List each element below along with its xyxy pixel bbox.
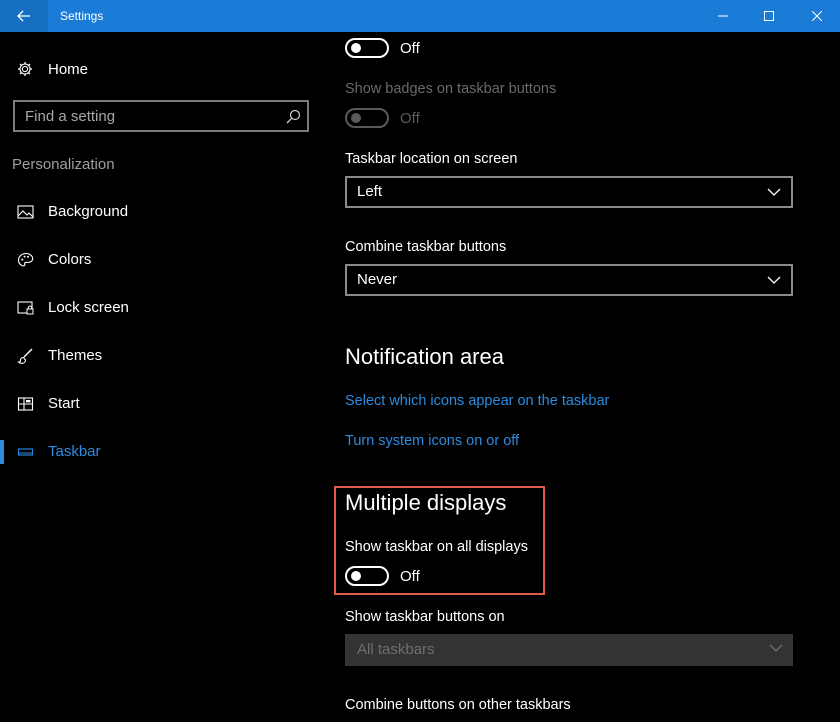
system-icons-link[interactable]: Turn system icons on or off: [345, 433, 519, 449]
notification-area-heading: Notification area: [345, 344, 504, 369]
dropdown-value: Never: [357, 271, 398, 288]
active-indicator: [0, 440, 4, 464]
toggle-knob: [351, 43, 361, 53]
picture-icon: [17, 205, 34, 219]
sidebar-item-label: Themes: [48, 347, 103, 364]
minimize-button[interactable]: [700, 0, 746, 32]
window-title: Settings: [60, 9, 104, 23]
dropdown-value: All taskbars: [357, 641, 435, 658]
lock-screen-icon: [17, 301, 34, 315]
combine-buttons-dropdown[interactable]: Never: [345, 264, 793, 296]
back-button[interactable]: [0, 0, 48, 32]
chevron-down-icon: [767, 276, 781, 284]
show-buttons-on-label: Show taskbar buttons on: [345, 609, 505, 625]
taskbar-location-dropdown[interactable]: Left: [345, 176, 793, 208]
sidebar-item-label: Colors: [48, 251, 92, 268]
combine-other-taskbars-label: Combine buttons on other taskbars: [345, 697, 571, 713]
close-icon: [812, 11, 822, 21]
badges-label: Show badges on taskbar buttons: [345, 81, 557, 97]
chevron-down-icon: [767, 188, 781, 196]
taskbar-icon: [17, 448, 34, 456]
maximize-button[interactable]: [746, 0, 792, 32]
sidebar-item-taskbar[interactable]: Taskbar: [0, 432, 322, 472]
toggle-knob: [351, 113, 361, 123]
sidebar-item-label: Taskbar: [48, 443, 101, 460]
sidebar-item-background[interactable]: Background: [0, 192, 322, 232]
show-all-displays-label: Show taskbar on all displays: [345, 539, 528, 555]
minimize-icon: [718, 15, 728, 17]
sidebar-item-lock-screen[interactable]: Lock screen: [0, 288, 322, 328]
dropdown-value: Left: [357, 183, 383, 200]
sidebar-item-themes[interactable]: Themes: [0, 336, 322, 376]
gear-icon: [18, 62, 32, 76]
start-grid-icon: [17, 397, 34, 411]
chevron-down-icon: [769, 644, 783, 652]
sidebar-item-label: Background: [48, 203, 129, 220]
sidebar-item-colors[interactable]: Colors: [0, 240, 322, 280]
close-button[interactable]: [794, 0, 840, 32]
maximize-icon: [764, 11, 774, 21]
sidebar-item-label: Lock screen: [48, 299, 129, 316]
search-icon[interactable]: [286, 109, 301, 124]
home-nav-item[interactable]: Home: [0, 52, 322, 86]
show-buttons-on-dropdown: All taskbars: [345, 634, 793, 666]
top-toggle-switch[interactable]: [345, 38, 389, 58]
show-all-displays-toggle[interactable]: [345, 566, 389, 586]
back-arrow-icon: [17, 10, 30, 22]
search-placeholder: Find a setting: [25, 108, 116, 125]
show-all-displays-state: Off: [400, 568, 420, 585]
taskbar-location-label: Taskbar location on screen: [345, 151, 518, 167]
multiple-displays-heading: Multiple displays: [345, 490, 507, 515]
top-toggle-state: Off: [400, 40, 420, 57]
toggle-knob: [351, 571, 361, 581]
combine-buttons-label: Combine taskbar buttons: [345, 239, 507, 255]
brush-icon: [17, 348, 33, 364]
search-input[interactable]: Find a setting: [13, 100, 309, 132]
home-label: Home: [48, 61, 89, 78]
palette-icon: [17, 252, 34, 267]
badges-toggle-switch: [345, 108, 389, 128]
sidebar-item-label: Start: [48, 395, 80, 412]
sidebar-item-start[interactable]: Start: [0, 384, 322, 424]
title-bar: Settings: [0, 0, 840, 32]
sidebar: Home Find a setting Personalization Back…: [0, 32, 322, 722]
select-icons-link[interactable]: Select which icons appear on the taskbar: [345, 393, 609, 409]
section-label: Personalization: [12, 156, 115, 173]
badges-toggle-state: Off: [400, 110, 420, 127]
